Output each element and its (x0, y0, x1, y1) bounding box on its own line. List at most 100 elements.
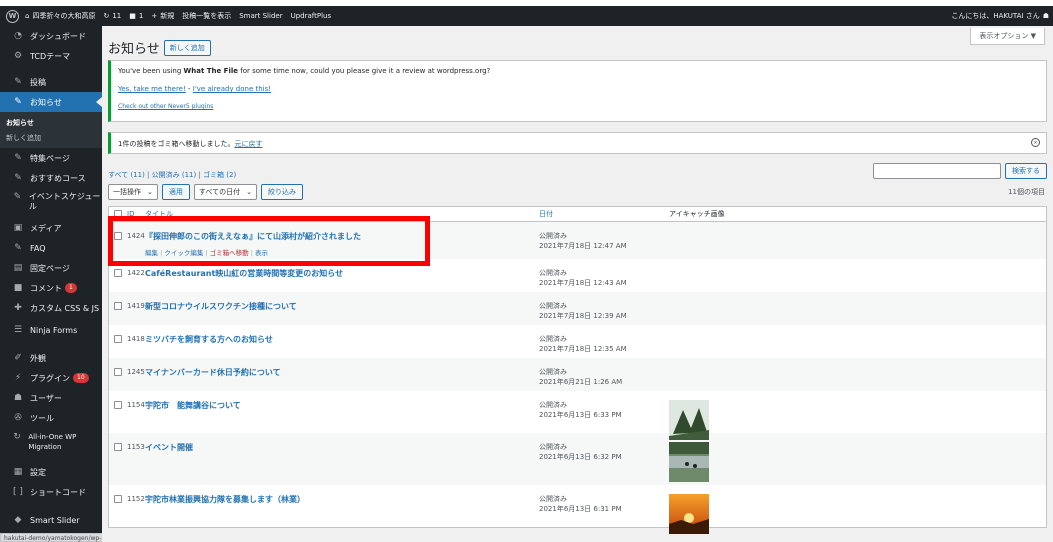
thumbnail-column-header: アイキャッチ画像 (669, 210, 725, 218)
sidebar-item-10[interactable]: ■ コメント 1 (0, 278, 102, 298)
user-avatar-icon: ☗ (1042, 12, 1049, 20)
date-column-header[interactable]: 日付 (539, 209, 669, 219)
bulk-action-select[interactable]: 一括操作 ⌄ (108, 184, 158, 200)
post-date: 公開済み 2021年6月13日 6:31 PM (539, 495, 622, 513)
search-button[interactable]: 検索する (1005, 163, 1047, 179)
table-row: 1152 宇陀市林業振興協力隊を募集します（林業） 公開済み 2021年6月13日 6… (109, 485, 1046, 534)
account-menu[interactable]: こんにちは、HAKUTAI さん ☗ (951, 11, 1049, 21)
count-badge: 1 (65, 283, 77, 293)
sidebar-item-18[interactable]: ▦ 設定 (0, 462, 102, 482)
wrench-icon: ✇ (14, 413, 22, 423)
wordpress-logo-icon[interactable]: W (6, 9, 19, 23)
add-new-button[interactable]: 新しく追加 (163, 39, 211, 56)
sidebar-item-17[interactable]: ↻ All-in-One WP Migration (0, 428, 102, 462)
row-checkbox[interactable] (114, 335, 122, 343)
filter-trash-link[interactable]: ゴミ箱 (2) (203, 171, 236, 179)
admin-bar: W ⌂ 四季折々の大和高原 ↻ 11 ■ 1 + 新規 投稿一覧を表示 Smart Sl… (0, 6, 1053, 26)
sidebar-item-6[interactable]: ✎ イベントスケジュール (0, 188, 102, 218)
sidebar-item-9[interactable]: ▤ 固定ページ (0, 258, 102, 278)
smart-slider-link[interactable]: Smart Slider (239, 12, 282, 20)
row-checkbox[interactable] (114, 269, 122, 277)
sidebar-item-7[interactable]: ▣ メディア (0, 218, 102, 238)
pin-icon: ✎ (14, 153, 22, 163)
filter-published-link[interactable]: 公開済み (11) (152, 171, 197, 179)
sidebar-item-3[interactable]: ✎ お知らせ (0, 92, 102, 112)
row-checkbox[interactable] (114, 401, 122, 409)
sidebar-item-0[interactable]: ◔ ダッシュボード (0, 26, 102, 46)
plugin-icon: ⚡ (14, 373, 22, 383)
sidebar-item-1[interactable]: ⚙ TCDテーマ (0, 46, 102, 66)
sidebar-item-5[interactable]: ✎ おすすめコース (0, 168, 102, 188)
post-title-link[interactable]: ミツバチを飼育する方へのお知らせ (145, 335, 273, 344)
post-date: 公開済み 2021年7月18日 12:35 AM (539, 335, 627, 353)
item-count: 11個の項目 (1008, 188, 1045, 196)
pin-icon: ✎ (13, 192, 22, 202)
new-content-link[interactable]: + 新規 (151, 11, 174, 21)
post-title-link[interactable]: 新型コロナウイルスワクチン接種について (145, 302, 297, 311)
main-content: 表示オプション ▼ お知らせ 新しく追加 You've been using W… (102, 26, 1053, 542)
search-input[interactable] (873, 163, 1001, 179)
post-date: 公開済み 2021年7月18日 12:39 AM (539, 302, 627, 320)
post-id: 1418 (127, 335, 145, 343)
submenu: お知らせ 新しく追加 (0, 112, 102, 148)
plus-icon: + (151, 12, 158, 20)
row-checkbox[interactable] (114, 495, 122, 503)
view-posts-link[interactable]: 投稿一覧を表示 (182, 11, 231, 21)
review-done-link[interactable]: I've already done this! (193, 85, 271, 93)
submenu-item-new[interactable]: 新しく追加 (0, 130, 102, 145)
post-title-link[interactable]: 宇陀市 能舞講谷について (145, 401, 241, 410)
sidebar-item-2[interactable]: ✎ 投稿 (0, 72, 102, 92)
sidebar-item-11[interactable]: ✚ カスタム CSS & JS (0, 298, 102, 318)
pin-icon: ✎ (14, 173, 22, 183)
row-checkbox[interactable] (114, 368, 122, 376)
sidebar-item-12[interactable]: ☰ Ninja Forms (0, 318, 102, 342)
post-title-link[interactable]: CaféRestaurant映山紅の営業時間等変更のお知らせ (145, 269, 343, 278)
row-checkbox[interactable] (114, 443, 122, 451)
sidebar-item-label: ショートコード (30, 487, 86, 497)
filter-all-link[interactable]: すべて (11) (108, 171, 145, 179)
sidebar-item-label: メディア (30, 223, 62, 233)
updates-link[interactable]: ↻ 11 (103, 12, 121, 20)
table-row: 1245 マイナンバーカード休日予約について 公開済み 2021年6月21日 1:26… (109, 358, 1046, 391)
post-title-link[interactable]: マイナンバーカード休日予約について (145, 368, 281, 377)
row-checkbox[interactable] (114, 302, 122, 310)
date-filter-select[interactable]: すべての日付 ⌄ (193, 184, 257, 200)
sidebar-item-4[interactable]: ✎ 特集ページ (0, 148, 102, 168)
sidebar-item-label: お知らせ (30, 97, 62, 107)
sidebar-item-label: FAQ (30, 243, 46, 253)
admin-sidebar: ◔ ダッシュボード ⚙ TCDテーマ ✎ 投稿 ✎ お知らせ お知らせ 新しく追加 ✎ 特集ページ ✎ お… (0, 26, 102, 542)
sidebar-item-label: 固定ページ (30, 263, 70, 273)
form-icon: ☰ (13, 325, 23, 335)
other-plugins-link[interactable]: Check out other Never5 plugins (118, 103, 213, 110)
site-name-link[interactable]: ⌂ 四季折々の大和高原 (25, 11, 95, 21)
post-id: 1422 (127, 269, 145, 277)
screen-options-button[interactable]: 表示オプション ▼ (970, 28, 1045, 45)
post-thumbnail (669, 442, 1046, 484)
sidebar-item-16[interactable]: ✇ ツール (0, 408, 102, 428)
apply-button[interactable]: 適用 (161, 184, 190, 200)
thumbnail-forest-icon (669, 400, 709, 440)
updraftplus-link[interactable]: UpdraftPlus (291, 12, 332, 20)
sidebar-item-13[interactable]: ✐ 外観 (0, 348, 102, 368)
submenu-item-current[interactable]: お知らせ (0, 115, 102, 130)
dismiss-icon[interactable]: × (1031, 138, 1040, 147)
sidebar-item-label: コメント (30, 283, 62, 293)
comments-link[interactable]: ■ 1 (129, 12, 143, 20)
sidebar-item-label: All-in-One WP Migration (28, 433, 77, 451)
sidebar-item-19[interactable]: [ ] ショートコード (0, 482, 102, 502)
sidebar-item-15[interactable]: ☗ ユーザー (0, 388, 102, 408)
sidebar-item-8[interactable]: ✎ FAQ (0, 238, 102, 258)
migration-icon: ↻ (13, 432, 21, 442)
post-title-link[interactable]: 宇陀市林業振興協力隊を募集します（林業） (145, 495, 305, 504)
sidebar-item-label: プラグイン (30, 373, 70, 383)
sidebar-item-label: おすすめコース (30, 173, 86, 183)
filter-button[interactable]: 絞り込み (260, 184, 303, 200)
review-yes-link[interactable]: Yes, take me there! (118, 85, 186, 93)
sidebar-item-14[interactable]: ⚡ プラグイン 10 (0, 368, 102, 388)
plus-circle-icon: ✚ (14, 303, 22, 313)
undo-link[interactable]: 元に戻す (234, 140, 262, 148)
sidebar-item-20[interactable]: ◆ Smart Slider (0, 508, 102, 532)
post-title-link[interactable]: イベント開催 (145, 443, 193, 452)
sidebar-item-label: カスタム CSS & JS (30, 303, 100, 313)
post-date: 公開済み 2021年6月21日 1:26 AM (539, 368, 623, 386)
